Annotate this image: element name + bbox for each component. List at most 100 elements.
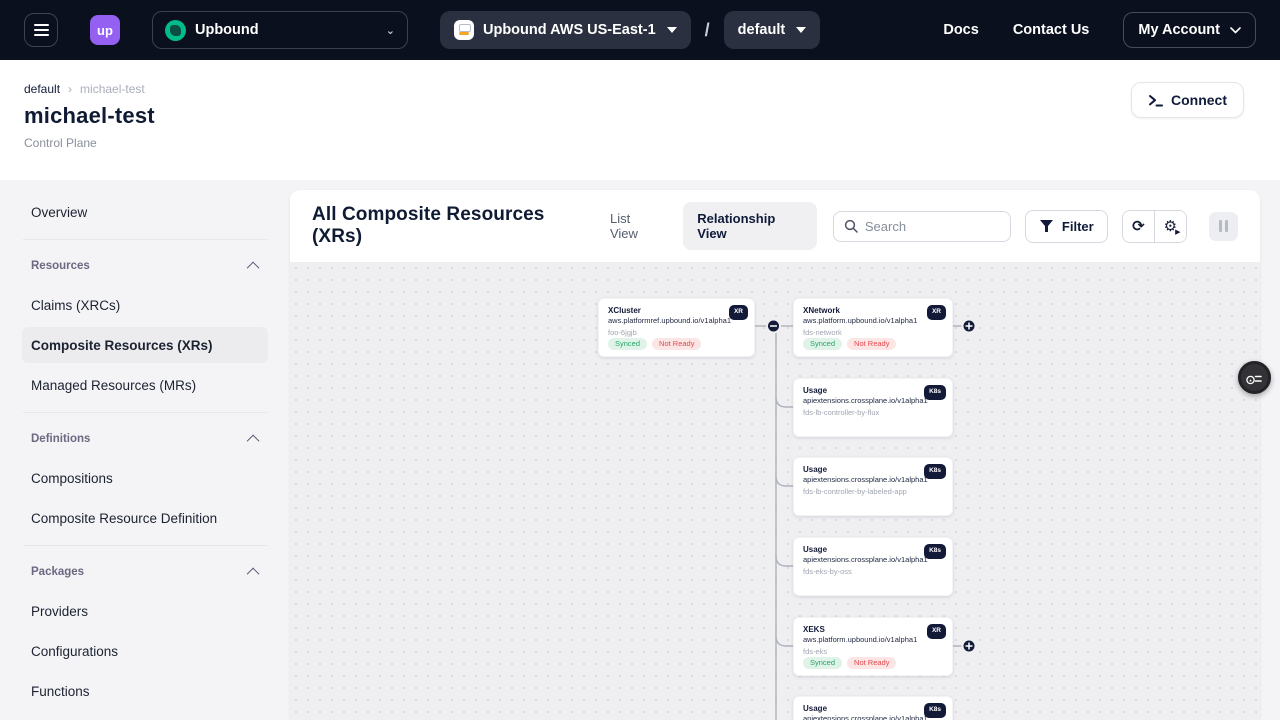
docs-link[interactable]: Docs xyxy=(943,22,978,38)
graph-node-usage-labeled-app[interactable]: K8s Usage apiextensions.crossplane.io/v1… xyxy=(793,457,953,516)
status-badge-synced: Synced xyxy=(803,338,842,351)
group-dropdown[interactable]: default xyxy=(724,11,821,49)
node-api-version: aws.platform.upbound.io/v1alpha1 xyxy=(803,635,943,644)
graph-node-xcluster[interactable]: XR XCluster aws.platformref.upbound.io/v… xyxy=(598,298,755,357)
hamburger-menu-button[interactable] xyxy=(24,13,58,47)
tab-relationship-view[interactable]: Relationship View xyxy=(683,202,817,250)
path-separator: / xyxy=(705,20,710,41)
relationship-graph-canvas[interactable]: XR XCluster aws.platformref.upbound.io/v… xyxy=(290,262,1260,720)
collapse-node-button[interactable] xyxy=(767,320,780,333)
control-plane-dropdown-label: Upbound AWS US-East-1 xyxy=(483,22,656,38)
status-badge-not-ready: Not Ready xyxy=(652,338,701,351)
breadcrumb-root[interactable]: default xyxy=(24,82,60,96)
group-dropdown-label: default xyxy=(738,22,786,38)
node-title: Usage xyxy=(803,386,943,396)
graph-actions-group: ⟳ ⚙▶ xyxy=(1122,210,1187,243)
node-title: Usage xyxy=(803,704,943,714)
sidebar-item-configurations[interactable]: Configurations xyxy=(22,633,268,669)
divider xyxy=(23,545,267,546)
divider xyxy=(23,412,267,413)
chevron-right-icon: › xyxy=(68,82,72,96)
node-api-version: apiextensions.crossplane.io/v1alpha1 xyxy=(803,714,943,720)
node-kind-badge: XR xyxy=(927,624,946,639)
divider xyxy=(23,239,267,240)
sidebar: Overview Resources Claims (XRCs) Composi… xyxy=(0,180,290,720)
panel-header: All Composite Resources (XRs) List View … xyxy=(290,190,1260,262)
graph-node-xnetwork[interactable]: XR XNetwork aws.platform.upbound.io/v1al… xyxy=(793,298,953,357)
expand-node-button[interactable] xyxy=(963,640,976,653)
section-label: Resources xyxy=(31,260,90,272)
control-plane-path: Upbound AWS US-East-1 / default xyxy=(440,11,820,49)
contact-us-link[interactable]: Contact Us xyxy=(1013,22,1090,38)
sidebar-item-functions[interactable]: Functions xyxy=(22,673,268,709)
node-kind-badge: XR xyxy=(927,305,946,320)
legend-icon xyxy=(1245,368,1264,387)
refresh-icon: ⟳ xyxy=(1132,217,1145,235)
node-resource-name: fds-eks xyxy=(803,647,943,656)
graph-node-usage-flux[interactable]: K8s Usage apiextensions.crossplane.io/v1… xyxy=(793,378,953,437)
pause-button[interactable] xyxy=(1209,212,1239,241)
sidebar-item-composite-resource-definition[interactable]: Composite Resource Definition xyxy=(22,500,268,536)
status-badge-not-ready: Not Ready xyxy=(847,338,896,351)
sidebar-section-resources[interactable]: Resources xyxy=(22,249,268,283)
sidebar-item-claims[interactable]: Claims (XRCs) xyxy=(22,287,268,323)
refresh-button[interactable]: ⟳ xyxy=(1123,211,1154,242)
graph-legend-toggle-button[interactable] xyxy=(1238,361,1271,394)
organization-dropdown-label: Upbound xyxy=(195,22,259,38)
breadcrumb-current: michael-test xyxy=(80,82,145,96)
node-kind-badge: K8s xyxy=(924,385,946,400)
graph-node-xeks[interactable]: XR XEKS aws.platform.upbound.io/v1alpha1… xyxy=(793,617,953,676)
terminal-icon xyxy=(1148,94,1163,107)
node-resource-name: fds-lb-controller-by-labeled-app xyxy=(803,487,943,496)
graph-node-usage-eks-oss[interactable]: K8s Usage apiextensions.crossplane.io/v1… xyxy=(793,537,953,596)
tab-list-view[interactable]: List View xyxy=(600,203,669,249)
expand-node-button[interactable] xyxy=(963,320,976,333)
graph-node-usage-bottom[interactable]: K8s Usage apiextensions.crossplane.io/v1… xyxy=(793,696,953,720)
node-api-version: aws.platformref.upbound.io/v1alpha1 xyxy=(608,316,745,325)
sidebar-section-definitions[interactable]: Definitions xyxy=(22,422,268,456)
page-header: default › michael-test michael-test Cont… xyxy=(0,60,1280,180)
node-api-version: apiextensions.crossplane.io/v1alpha1 xyxy=(803,475,943,484)
search-input[interactable] xyxy=(865,219,995,234)
play-icon: ▶ xyxy=(1175,228,1180,236)
sidebar-section-packages[interactable]: Packages xyxy=(22,555,268,589)
hamburger-icon xyxy=(34,24,49,26)
upbound-logo[interactable]: up xyxy=(90,15,120,45)
filter-button[interactable]: Filter xyxy=(1025,210,1108,243)
status-badge-synced: Synced xyxy=(608,338,647,351)
chevron-down-icon xyxy=(1230,27,1241,34)
search-box[interactable] xyxy=(833,211,1011,242)
organization-dropdown[interactable]: Upbound ⌄ xyxy=(152,11,408,49)
panel-title: All Composite Resources (XRs) xyxy=(312,204,586,248)
connect-button[interactable]: Connect xyxy=(1131,82,1244,118)
pause-icon xyxy=(1219,220,1222,232)
node-kind-badge: XR xyxy=(729,305,748,320)
chevron-up-icon xyxy=(247,567,260,580)
section-label: Definitions xyxy=(31,433,90,445)
node-kind-badge: K8s xyxy=(924,544,946,559)
sidebar-item-managed-resources[interactable]: Managed Resources (MRs) xyxy=(22,367,268,403)
chevron-up-icon xyxy=(247,434,260,447)
triangle-down-icon xyxy=(667,27,677,33)
sidebar-item-providers[interactable]: Providers xyxy=(22,593,268,629)
control-plane-dropdown[interactable]: Upbound AWS US-East-1 xyxy=(440,11,691,49)
node-api-version: apiextensions.crossplane.io/v1alpha1 xyxy=(803,396,943,405)
node-resource-name: fds-network xyxy=(803,328,943,337)
my-account-dropdown[interactable]: My Account xyxy=(1123,12,1256,48)
top-navbar: up Upbound ⌄ Upbound AWS US-East-1 / def… xyxy=(0,0,1280,60)
page-subtitle: Control Plane xyxy=(24,136,1256,150)
node-title: XEKS xyxy=(803,625,943,635)
page-title: michael-test xyxy=(24,103,1256,129)
node-title: Usage xyxy=(803,465,943,475)
sidebar-item-compositions[interactable]: Compositions xyxy=(22,460,268,496)
status-badge-not-ready: Not Ready xyxy=(847,657,896,670)
sidebar-item-composite-resources[interactable]: Composite Resources (XRs) xyxy=(22,327,268,363)
connect-label: Connect xyxy=(1171,92,1227,108)
node-api-version: apiextensions.crossplane.io/v1alpha1 xyxy=(803,555,943,564)
sidebar-item-overview[interactable]: Overview xyxy=(22,194,268,230)
triangle-down-icon xyxy=(796,27,806,33)
my-account-label: My Account xyxy=(1138,22,1220,38)
node-resource-name: fds-lb-controller-by-flux xyxy=(803,408,943,417)
run-automation-button[interactable]: ⚙▶ xyxy=(1154,211,1185,242)
organization-icon xyxy=(165,20,186,41)
